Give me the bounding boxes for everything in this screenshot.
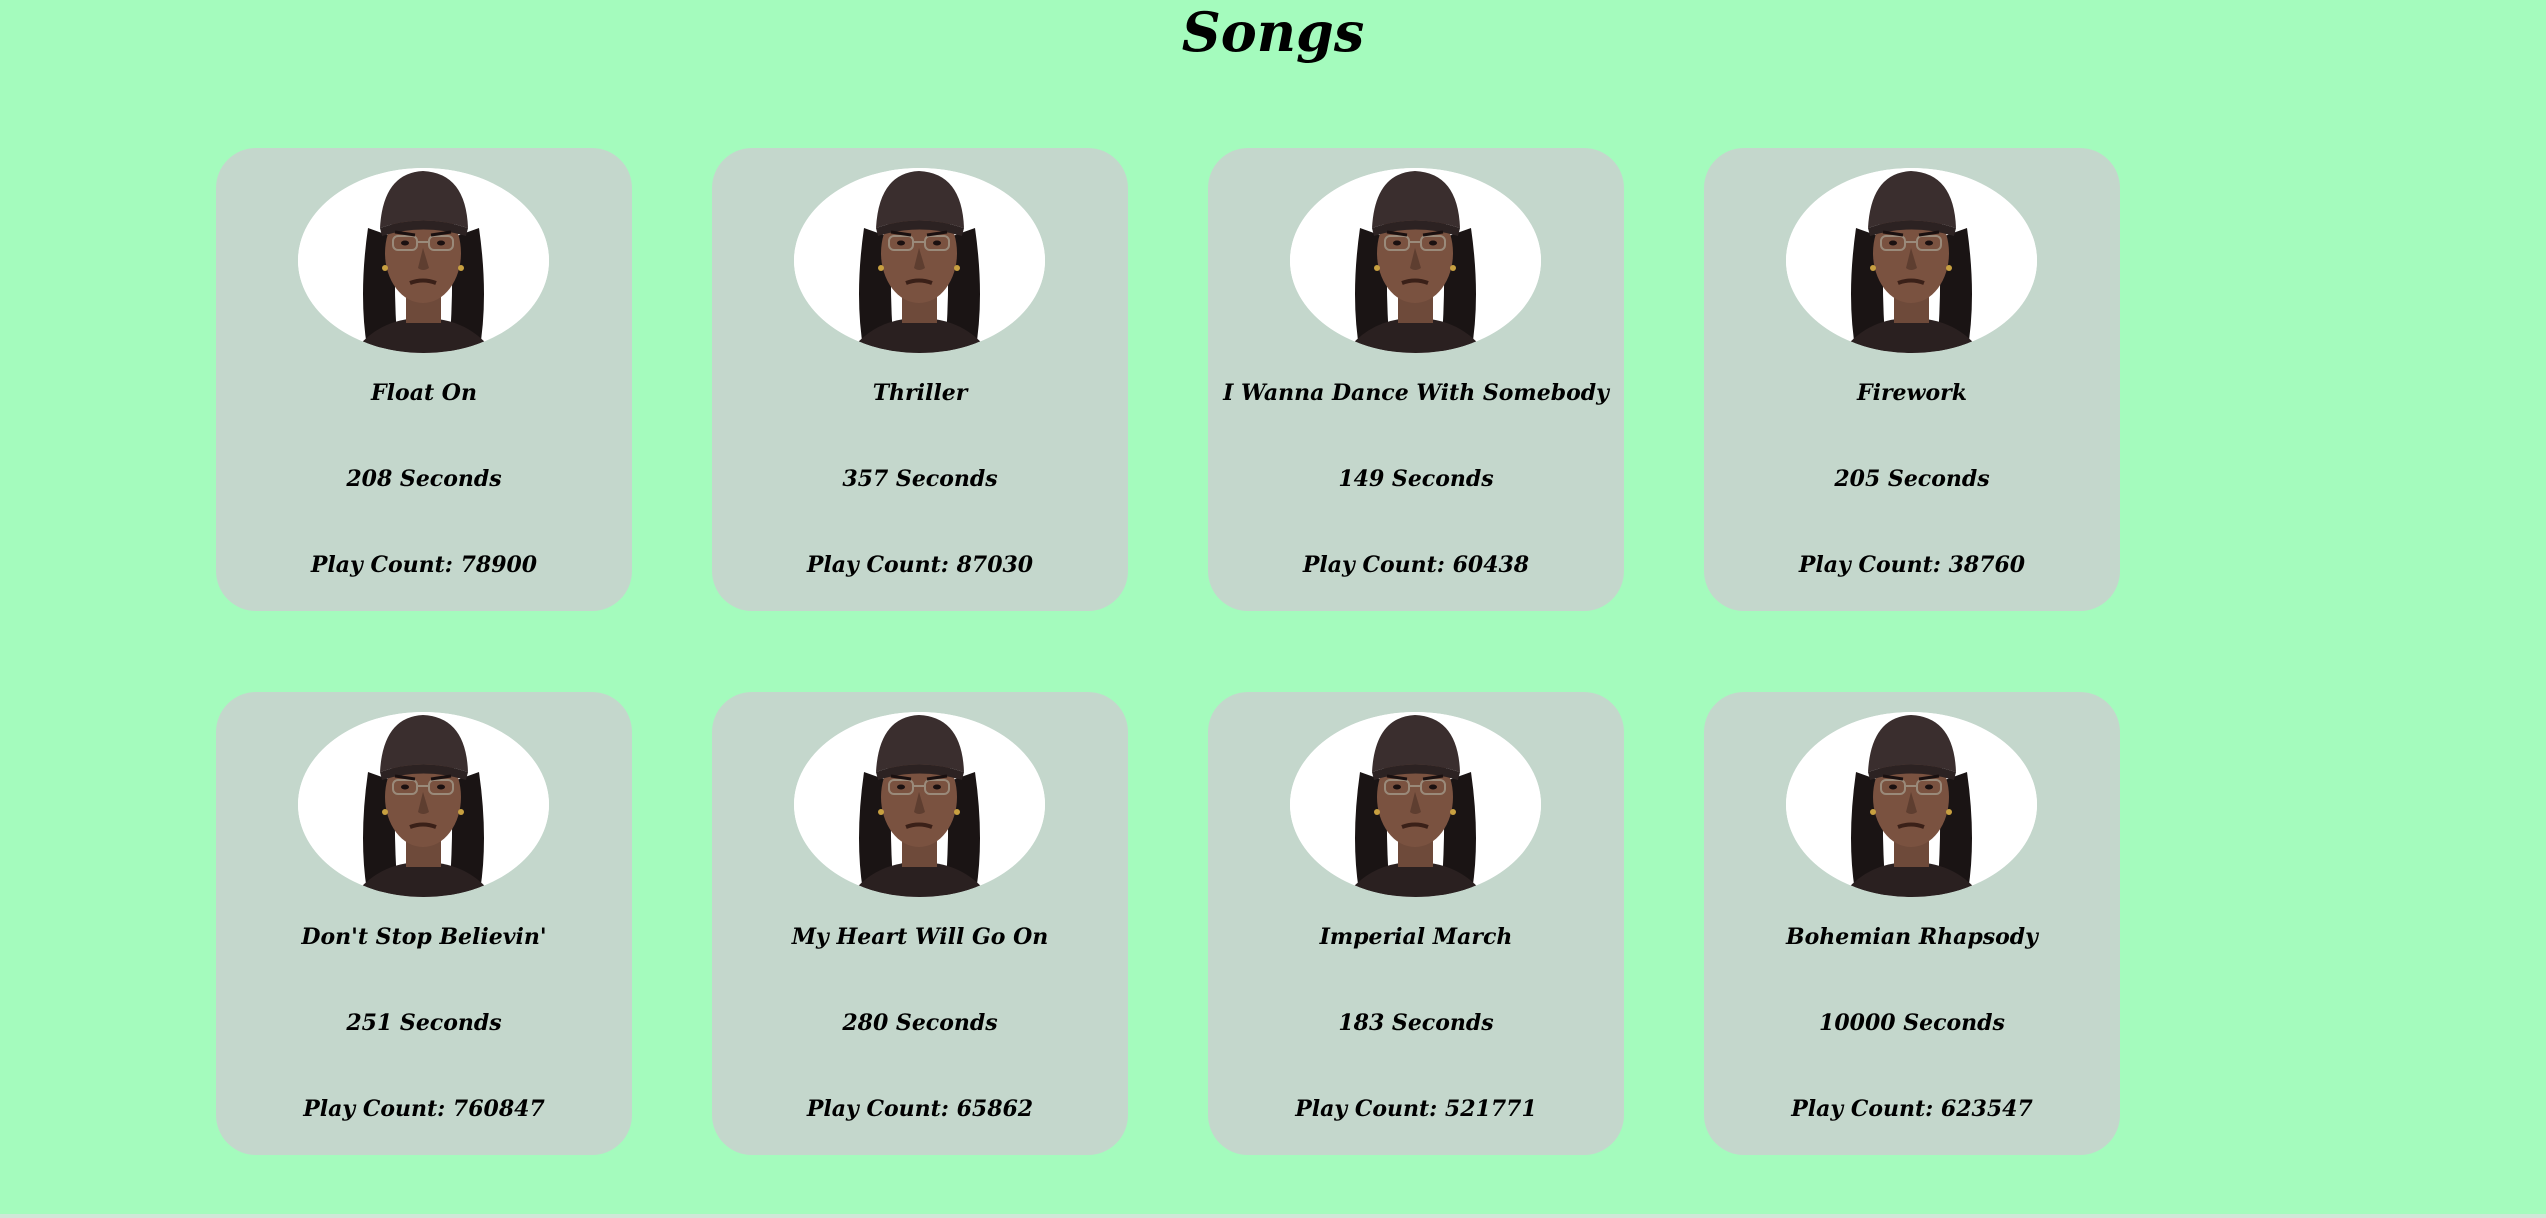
artist-photo-graphic	[298, 168, 549, 353]
song-card[interactable]: I Wanna Dance With Somebody 149 Seconds …	[1208, 148, 1624, 611]
song-card[interactable]: My Heart Will Go On 280 Seconds Play Cou…	[712, 692, 1128, 1155]
song-title: Thriller	[872, 380, 968, 406]
song-duration: 205 Seconds	[1834, 466, 1990, 492]
song-title: Don't Stop Believin'	[301, 924, 547, 950]
artist-photo-icon	[298, 168, 549, 353]
artist-photo-graphic	[298, 712, 549, 897]
song-duration: 149 Seconds	[1338, 466, 1494, 492]
song-card[interactable]: Firework 205 Seconds Play Count: 38760	[1704, 148, 2120, 611]
song-duration: 280 Seconds	[842, 1010, 998, 1036]
song-card[interactable]: Imperial March 183 Seconds Play Count: 5…	[1208, 692, 1624, 1155]
artist-photo-graphic	[1290, 712, 1541, 897]
artist-photo-icon	[794, 168, 1045, 353]
song-card[interactable]: Bohemian Rhapsody 10000 Seconds Play Cou…	[1704, 692, 2120, 1155]
song-title: Imperial March	[1319, 924, 1513, 950]
song-duration: 357 Seconds	[842, 466, 998, 492]
song-card[interactable]: Don't Stop Believin' 251 Seconds Play Co…	[216, 692, 632, 1155]
song-play-count: Play Count: 760847	[303, 1096, 545, 1122]
song-title: Bohemian Rhapsody	[1786, 924, 2038, 950]
song-play-count: Play Count: 87030	[806, 552, 1034, 578]
song-play-count: Play Count: 623547	[1791, 1096, 2033, 1122]
artist-photo-icon	[1786, 168, 2037, 353]
song-play-count: Play Count: 38760	[1798, 552, 2026, 578]
page-title: Songs	[1181, 0, 1365, 64]
artist-photo-icon	[794, 712, 1045, 897]
page-bottom-divider	[0, 1214, 2546, 1218]
artist-photo-icon	[1290, 168, 1541, 353]
song-title: I Wanna Dance With Somebody	[1223, 380, 1609, 406]
song-duration: 183 Seconds	[1338, 1010, 1494, 1036]
song-card[interactable]: Float On 208 Seconds Play Count: 78900	[216, 148, 632, 611]
song-title: My Heart Will Go On	[791, 924, 1049, 950]
artist-photo-graphic	[794, 168, 1045, 353]
artist-photo-graphic	[794, 712, 1045, 897]
artist-photo-graphic	[1290, 168, 1541, 353]
song-duration: 251 Seconds	[346, 1010, 502, 1036]
artist-photo-icon	[298, 712, 549, 897]
song-play-count: Play Count: 60438	[1302, 552, 1530, 578]
song-play-count: Play Count: 521771	[1295, 1096, 1537, 1122]
song-title: Firework	[1856, 380, 1967, 406]
song-card[interactable]: Thriller 357 Seconds Play Count: 87030	[712, 148, 1128, 611]
song-duration: 10000 Seconds	[1819, 1010, 2005, 1036]
song-play-count: Play Count: 65862	[806, 1096, 1034, 1122]
song-grid: Float On 208 Seconds Play Count: 78900 T…	[216, 148, 2120, 1155]
artist-photo-graphic	[1786, 168, 2037, 353]
song-title: Float On	[371, 380, 477, 406]
artist-photo-icon	[1290, 712, 1541, 897]
song-play-count: Play Count: 78900	[310, 552, 538, 578]
song-duration: 208 Seconds	[346, 466, 502, 492]
artist-photo-graphic	[1786, 712, 2037, 897]
artist-photo-icon	[1786, 712, 2037, 897]
